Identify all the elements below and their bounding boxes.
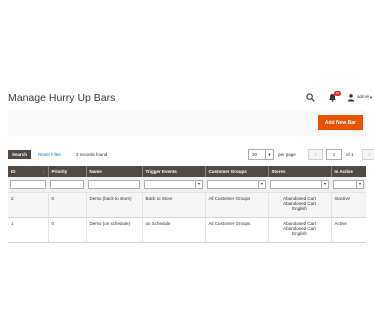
sort-arrow-icon: ↑	[42, 169, 45, 174]
page-title: Manage Hurry Up Bars	[8, 92, 116, 104]
grid-toolbar: Search Reset Filter 2 records found 20 ▼…	[8, 148, 374, 162]
column-header-name[interactable]: Name	[86, 166, 143, 177]
cell-trigger: Back to Store	[142, 192, 206, 218]
table-row[interactable]: 2 0 Demo (back to store) Back to Store A…	[8, 192, 366, 218]
cell-active: Active	[331, 217, 366, 243]
store-line: English	[292, 230, 307, 236]
per-page-label: per page	[278, 152, 296, 157]
filter-priority-input[interactable]	[50, 179, 84, 189]
previous-page-button[interactable]: ‹	[308, 149, 323, 160]
notification-badge: 10	[334, 91, 341, 96]
search-icon[interactable]	[306, 93, 315, 102]
cell-name: Demo (on schedule)	[86, 217, 143, 243]
chevron-down-icon: ▼	[195, 180, 202, 188]
filter-cell	[86, 177, 142, 193]
table-row[interactable]: 1 0 Demo (on schedule) on Schedule All C…	[8, 217, 366, 243]
cell-id: 1	[8, 217, 49, 243]
records-found: 2 records found	[76, 152, 108, 157]
filter-trigger-select[interactable]: ▼	[144, 179, 203, 189]
cell-groups: All Customer Groups	[205, 192, 269, 218]
cell-groups: All Customer Groups	[205, 217, 269, 243]
column-header-is-active[interactable]: Is Active	[331, 166, 366, 177]
page-actions-bar: Add New Bar	[8, 110, 366, 136]
store-line: English	[292, 205, 307, 211]
add-new-bar-button[interactable]: Add New Bar	[317, 115, 363, 130]
chevron-down-icon: ▼	[321, 180, 328, 188]
filter-stores-select[interactable]: ▼	[270, 179, 329, 189]
column-header-priority[interactable]: Priority	[48, 166, 87, 177]
chevron-down-icon: ▼	[258, 180, 265, 188]
cell-stores: Abandoned Cart Abandoned Cart English	[268, 192, 332, 218]
filter-cell	[8, 177, 48, 193]
cell-priority: 0	[48, 217, 87, 243]
next-page-button[interactable]: ›	[362, 149, 374, 160]
filter-active-select[interactable]: ▼	[333, 179, 364, 189]
filter-cell: ▼	[205, 177, 268, 193]
caret-down-icon[interactable]: ▼	[369, 95, 373, 100]
column-label: ID	[11, 169, 16, 174]
chevron-down-icon: ▼	[356, 180, 363, 188]
filter-cell: ▼	[268, 177, 331, 193]
chevron-down-icon[interactable]: ▼	[265, 150, 273, 159]
filter-cell	[48, 177, 86, 193]
filter-cell: ▼	[331, 177, 366, 193]
cell-id: 2	[8, 192, 49, 218]
cell-stores: Abandoned Cart Abandoned Cart English	[268, 217, 332, 243]
page-header: Manage Hurry Up Bars 10 admin ▼	[8, 88, 373, 110]
per-page-select[interactable]: 20 ▼	[248, 149, 274, 160]
filter-row: ▼ ▼ ▼ ▼	[8, 177, 366, 193]
search-button[interactable]: Search	[8, 150, 32, 159]
cell-trigger: on Schedule	[142, 217, 206, 243]
column-header-id[interactable]: ID ↑	[8, 166, 49, 177]
username[interactable]: admin	[357, 94, 369, 99]
page-total: of 1	[346, 152, 354, 157]
user-icon[interactable]	[347, 93, 355, 102]
per-page-value: 20	[252, 152, 258, 157]
page: Manage Hurry Up Bars 10 admin ▼ Add New …	[0, 0, 374, 328]
cell-active: Inactive	[331, 192, 366, 218]
filter-name-input[interactable]	[88, 179, 140, 189]
bars-grid: ID ↑ Priority Name Trigger Events Custome…	[8, 166, 366, 243]
header-row: ID ↑ Priority Name Trigger Events Custome…	[8, 166, 366, 177]
filter-groups-select[interactable]: ▼	[207, 179, 266, 189]
cell-name: Demo (back to store)	[86, 192, 143, 218]
reset-filter-link[interactable]: Reset Filter	[38, 152, 61, 157]
page-number-input[interactable]: 1	[326, 149, 342, 160]
cell-priority: 0	[48, 192, 87, 218]
column-header-stores[interactable]: Stores	[268, 166, 332, 177]
column-header-customer-groups[interactable]: Customer Groups	[205, 166, 269, 177]
filter-id-input[interactable]	[10, 179, 46, 189]
column-header-trigger-events[interactable]: Trigger Events	[142, 166, 206, 177]
filter-cell: ▼	[142, 177, 205, 193]
